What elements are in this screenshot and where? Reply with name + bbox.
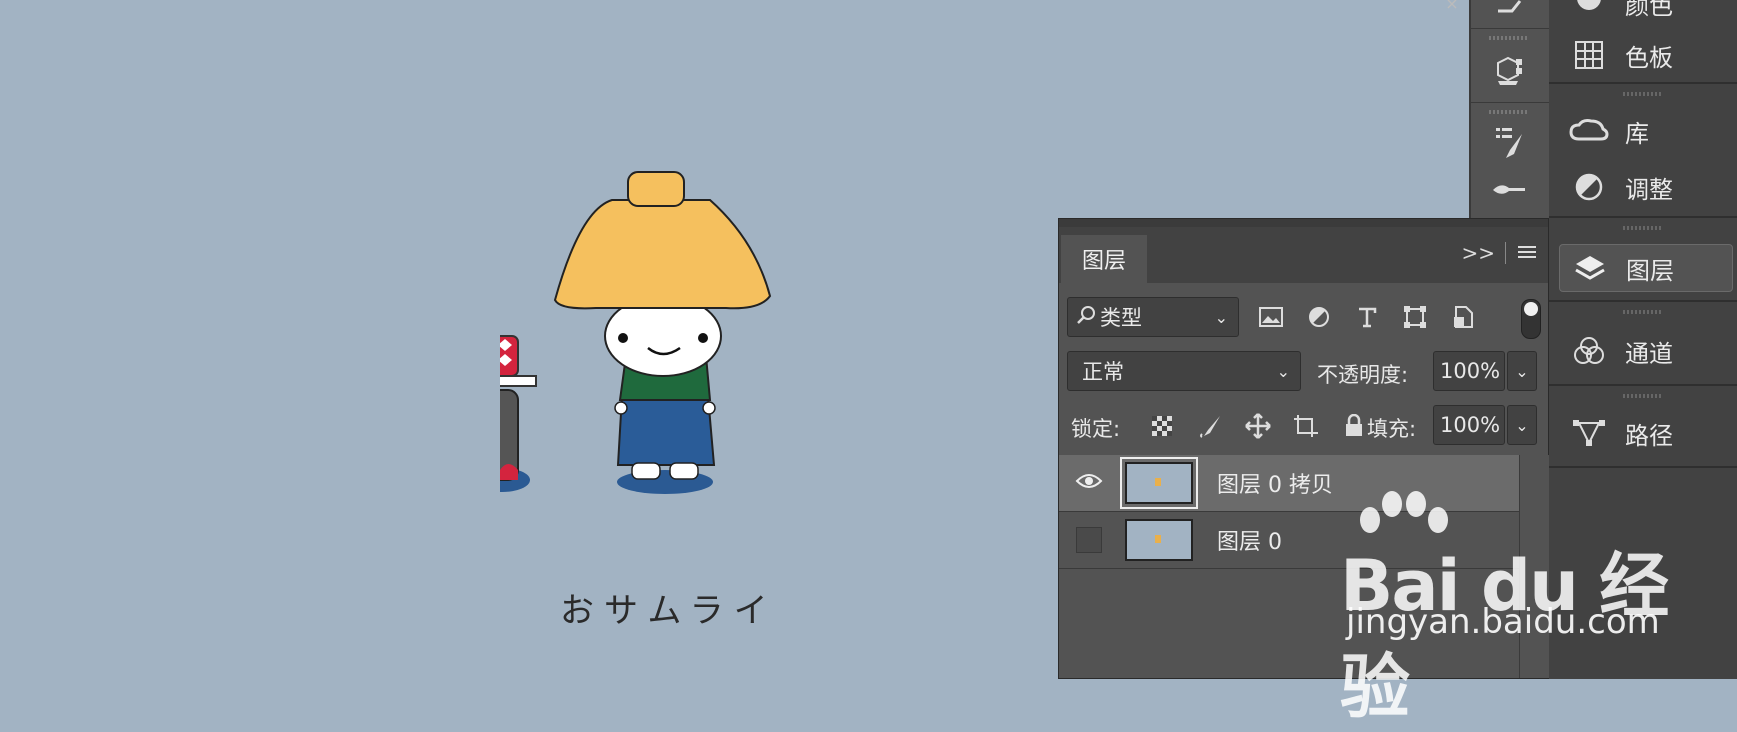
brush-presets-icon[interactable]	[1483, 165, 1535, 209]
filter-smart-objects-icon[interactable]	[1447, 299, 1479, 335]
lock-image-pixels-icon[interactable]	[1193, 409, 1227, 443]
opacity-dropdown-button[interactable]: ⌄	[1507, 351, 1537, 391]
lock-artboard-icon[interactable]	[1289, 409, 1323, 443]
color-icon	[1567, 0, 1611, 21]
brush-settings-icon[interactable]	[1483, 120, 1535, 164]
layer-name[interactable]: 图层 0 拷贝	[1217, 467, 1333, 499]
filter-pixel-layers-icon[interactable]	[1255, 299, 1287, 335]
layer-thumbnail	[1125, 519, 1193, 561]
layers-panel: 图层 >> 类型 ⌄ 正常 ⌄ 不透明度: 100% ⌄ 锁定: 填充: 100…	[1058, 218, 1549, 679]
eye-icon	[1075, 472, 1103, 494]
panel-item-libraries[interactable]: 库	[1559, 108, 1731, 154]
opacity-label: 不透明度:	[1317, 363, 1409, 387]
panel-item-color[interactable]: 颜色	[1559, 0, 1731, 26]
panels-dock: 颜色 色板 库 调整 图层 通道 路径	[1549, 0, 1737, 679]
search-icon	[1076, 305, 1096, 330]
fill-dropdown-button[interactable]: ⌄	[1507, 405, 1537, 445]
lock-position-icon[interactable]	[1241, 409, 1275, 443]
sword-drawing	[473, 335, 537, 492]
chevron-down-icon: ⌄	[1276, 361, 1290, 381]
channels-icon	[1567, 333, 1611, 369]
panel-item-swatches[interactable]: 色板	[1559, 32, 1731, 78]
paths-icon	[1567, 415, 1611, 451]
layer-thumbnail	[1120, 457, 1198, 509]
chevron-down-icon: ⌄	[1515, 361, 1529, 381]
samurai-illustration	[473, 160, 800, 544]
blend-mode-select[interactable]: 正常 ⌄	[1067, 351, 1301, 391]
3d-icon[interactable]	[1483, 48, 1535, 92]
layer-name[interactable]: 图层 0	[1217, 524, 1282, 556]
fill-input[interactable]: 100%	[1433, 405, 1505, 445]
lock-label: 锁定:	[1071, 417, 1121, 441]
close-icon[interactable]: ×	[1435, 0, 1469, 12]
layer-row[interactable]: 图层 0 拷贝	[1059, 455, 1519, 512]
visibility-toggle[interactable]	[1059, 512, 1119, 568]
filter-toggle[interactable]	[1521, 299, 1541, 339]
layer-row[interactable]: 图层 0	[1059, 512, 1519, 569]
lock-transparent-pixels-icon[interactable]	[1145, 409, 1179, 443]
filter-adjustment-layers-icon[interactable]	[1303, 299, 1335, 335]
panel-menu-icon[interactable]	[1516, 241, 1538, 265]
layers-tab-bar: 图层 >>	[1059, 227, 1548, 283]
chevron-down-icon: ⌄	[1515, 415, 1529, 435]
panel-item-channels[interactable]: 通道	[1559, 328, 1731, 374]
tab-layers[interactable]: 图层	[1061, 235, 1147, 283]
panel-item-adjustments[interactable]: 调整	[1559, 164, 1731, 210]
lock-all-icon[interactable]	[1337, 409, 1371, 443]
swatches-icon	[1567, 37, 1611, 73]
opacity-input[interactable]: 100%	[1433, 351, 1505, 391]
filter-shape-layers-icon[interactable]	[1399, 299, 1431, 335]
artwork-caption: おサムライ	[560, 591, 778, 631]
history-icon[interactable]	[1483, 0, 1535, 26]
filter-type-layers-icon[interactable]	[1351, 299, 1383, 335]
visibility-toggle[interactable]	[1059, 455, 1119, 511]
collapse-panel-icon[interactable]: >>	[1461, 241, 1495, 265]
adjustments-icon	[1567, 169, 1611, 205]
panel-item-paths[interactable]: 路径	[1559, 410, 1731, 456]
chevron-down-icon: ⌄	[1214, 307, 1228, 327]
fill-label: 填充:	[1367, 417, 1417, 441]
layers-scrollbar[interactable]	[1519, 455, 1549, 678]
panel-item-layers[interactable]: 图层	[1559, 244, 1733, 292]
layer-filter-select[interactable]: 类型 ⌄	[1067, 297, 1239, 337]
layers-icon	[1568, 250, 1612, 286]
libraries-icon	[1567, 113, 1611, 149]
